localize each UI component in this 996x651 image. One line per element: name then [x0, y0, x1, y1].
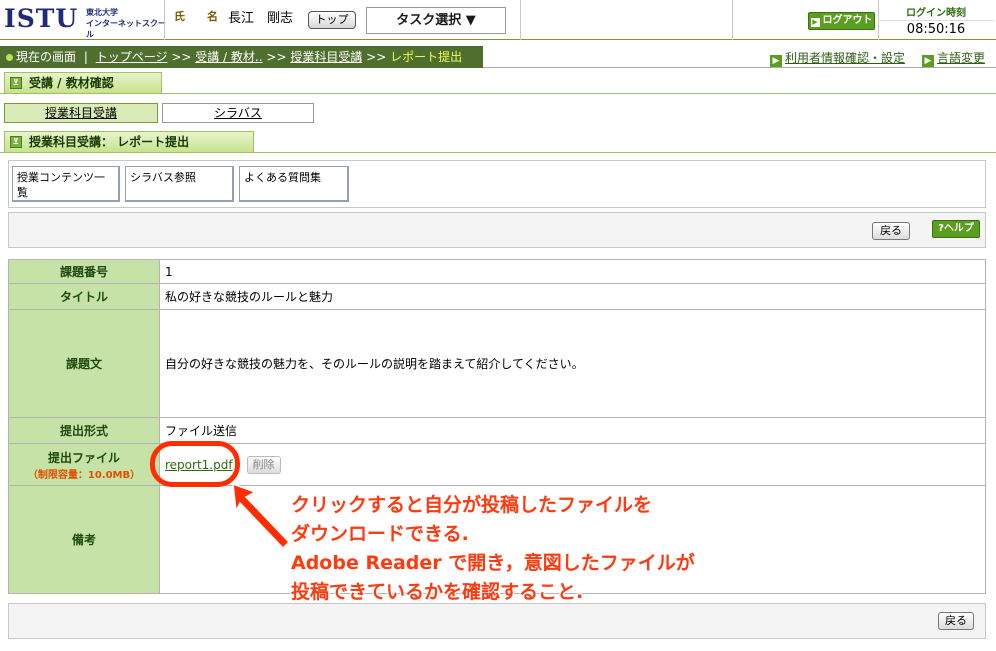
- arrow-right-icon: ▶: [770, 55, 782, 67]
- value-submit-format: ファイル送信: [160, 418, 985, 444]
- header-divider: [520, 0, 521, 40]
- breadcrumb-link-subject[interactable]: 授業科目受講: [290, 50, 362, 64]
- label-assignment-number: 課題番号: [9, 260, 160, 284]
- user-name-value: 長江 剛志: [228, 11, 294, 26]
- annotation-line: クリックすると自分が投稿したファイルを: [291, 494, 653, 516]
- login-time-label: ログイン時刻: [906, 8, 966, 19]
- breadcrumb-sep: >>: [171, 50, 192, 64]
- breadcrumb: 現在の画面 | トップページ >> 受講 / 教材.. >> 授業科目受講 >>…: [0, 46, 483, 68]
- language-link[interactable]: ▶ 言語変更: [922, 49, 985, 67]
- delete-button[interactable]: 削除: [246, 455, 281, 474]
- logout-label: ログアウト: [822, 15, 873, 26]
- label-remarks: 備考: [9, 486, 160, 593]
- tab-course-attend[interactable]: 授業科目受講: [4, 103, 158, 123]
- user-info-link[interactable]: ▶ 利用者情報確認・設定: [770, 49, 905, 67]
- header-divider: [732, 0, 733, 40]
- logout-button[interactable]: ▶ ログアウト: [808, 12, 875, 30]
- breadcrumb-current: レポート提出: [390, 50, 463, 64]
- arrow-right-icon: ▶: [810, 18, 820, 27]
- logo-main-text: ISTU: [4, 4, 79, 33]
- task-select-dropdown[interactable]: タスク選択 ▼: [366, 7, 506, 34]
- annotation-line: 投稿できているかを確認すること.: [291, 581, 584, 603]
- logo-sub-line2: インターネットスクール: [86, 19, 166, 39]
- help-button[interactable]: ?ヘルプ: [932, 220, 980, 238]
- istu-logo: ISTU 東北大学 インターネットスクール: [4, 4, 166, 39]
- arrow-right-icon: ▶: [922, 55, 934, 67]
- label-submit-file: 提出ファイル （制限容量：10.0MB）: [9, 444, 160, 486]
- breadcrumb-sep: >>: [266, 50, 287, 64]
- login-time-box: ログイン時刻 08:50:16: [878, 2, 994, 38]
- tab-syllabus[interactable]: シラバス: [162, 103, 314, 123]
- logo-sub-line1: 東北大学: [86, 8, 118, 17]
- value-assignment-text: 自分の好きな競技の魅力を、そのルールの説明を踏まえて紹介してください。: [160, 310, 985, 418]
- label-submit-format: 提出形式: [9, 418, 160, 444]
- collapse-icon[interactable]: ⊻: [10, 77, 22, 89]
- section-title: 受講 / 教材確認: [29, 76, 114, 90]
- bullet-icon: [6, 54, 13, 61]
- section-title: 授業科目受講： レポート提出: [29, 135, 190, 149]
- value-title: 私の好きな競技のルールと魅力: [160, 284, 985, 310]
- annotation-line: ダウンロードできる.: [291, 523, 469, 545]
- section-divider: [0, 152, 996, 153]
- annotation-text: クリックすると自分が投稿したファイルを ダウンロードできる. Adobe Rea…: [291, 491, 695, 607]
- back-button[interactable]: 戻る: [872, 222, 910, 240]
- submit-file-label: 提出ファイル: [47, 450, 120, 465]
- header: ISTU 東北大学 インターネットスクール 氏 名 長江 剛志 トップ タスク選…: [0, 0, 996, 40]
- section-header-course: ⊻ 受講 / 教材確認: [4, 72, 162, 94]
- header-divider: [164, 0, 165, 40]
- breadcrumb-current-label: 現在の画面: [16, 50, 77, 64]
- bottom-back-button[interactable]: 戻る: [938, 612, 974, 630]
- breadcrumb-divider: |: [83, 50, 88, 64]
- toolbar-box: [8, 212, 986, 248]
- logo-sub-text: 東北大学 インターネットスクール: [86, 7, 166, 40]
- user-info-label: 利用者情報確認・設定: [785, 51, 906, 65]
- label-title: タイトル: [9, 284, 160, 310]
- annotation-line: Adobe Reader で開き，意図したファイルが: [291, 552, 695, 574]
- annotation-arrow-shape: [232, 482, 291, 550]
- syllabus-ref-button[interactable]: シラバス参照: [125, 166, 234, 202]
- size-limit-label: （制限容量：10.0MB）: [27, 469, 141, 481]
- login-time-value: 08:50:16: [878, 20, 994, 38]
- contents-list-button[interactable]: 授業コンテンツ一覧: [12, 166, 120, 202]
- section-divider: [0, 93, 996, 94]
- breadcrumb-sep: >>: [366, 50, 387, 64]
- faq-button[interactable]: よくある質問集: [239, 166, 349, 202]
- breadcrumb-link-top[interactable]: トップページ: [96, 50, 168, 64]
- top-button[interactable]: トップ: [308, 11, 356, 29]
- bottom-toolbar-box: [8, 603, 986, 639]
- value-assignment-number: 1: [160, 260, 985, 284]
- collapse-icon[interactable]: ⊻: [10, 136, 22, 148]
- user-name-label: 氏 名: [174, 10, 218, 23]
- annotation-arrow: [232, 482, 291, 550]
- language-label: 言語変更: [937, 51, 986, 65]
- breadcrumb-link-course[interactable]: 受講 / 教材..: [195, 50, 262, 64]
- label-assignment-text: 課題文: [9, 310, 160, 418]
- breadcrumb-bar: 現在の画面 | トップページ >> 受講 / 教材.. >> 授業科目受講 >>…: [0, 46, 996, 68]
- section-header-report: ⊻ 授業科目受講： レポート提出: [4, 131, 254, 153]
